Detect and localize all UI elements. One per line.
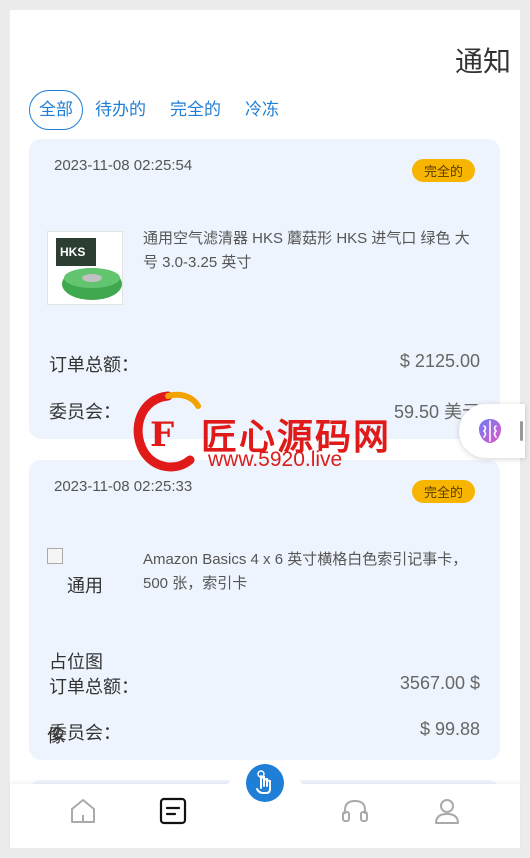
product-name: 通用空气滤清器 HKS 蘑菇形 HKS 进气口 绿色 大号 3.0-3.25 英… [143,230,470,271]
tab-completed[interactable]: 完全的 [170,91,221,129]
order-total-label: 订单总额： [49,355,139,375]
headset-icon[interactable] [340,796,370,826]
status-badge: 完全的 [411,159,475,182]
order-total-value: 3567.00 $ [399,673,480,693]
order-card[interactable]: 2023-11-08 02:25:33 完全的 通用 占位图 像 Amazon … [29,460,500,760]
watermark-logo-icon: F [133,391,201,472]
filter-tabs: 全部 待办的 完全的 冷冻 [29,90,303,130]
ai-assistant-button[interactable] [459,404,525,458]
product-image: HKS [47,231,123,305]
image-alt-text: 通用 [67,576,103,596]
page-title: 通知 [454,46,511,77]
order-date: 2023-11-08 02:25:33 [54,478,193,495]
tab-frozen[interactable]: 冷冻 [245,91,279,129]
order-total-value: $ 2125.00 [399,351,480,371]
brain-icon [479,419,501,443]
product-image-label: HKS [60,245,85,259]
order-total-label: 订单总额： [49,677,139,697]
drag-handle[interactable] [520,421,523,441]
bottom-nav [10,764,520,848]
svg-text:F: F [150,415,174,455]
user-icon[interactable] [432,796,462,826]
tab-all[interactable]: 全部 [29,90,83,130]
product-name: Amazon Basics 4 x 6 英寸横格白色索引记事卡，500 张，索引… [143,551,468,592]
watermark: F 匠心源码网 www.5920.live [128,388,418,478]
commission-label: 委员会： [49,402,121,422]
commission-label: 委员会： [49,723,121,743]
watermark-url: www.5920.live [208,448,343,471]
product-image-placeholder: 通用 占位图 像 [47,548,137,746]
broken-image-icon [47,548,63,564]
home-icon[interactable] [68,796,98,826]
touch-icon[interactable] [246,764,284,802]
status-badge: 完全的 [411,480,475,503]
orders-icon[interactable] [158,796,188,826]
tab-pending[interactable]: 待办的 [95,91,146,129]
commission-value: $ 99.88 [419,719,480,739]
order-date: 2023-11-08 02:25:54 [54,157,193,174]
image-alt-text: 占位图 [49,652,103,672]
